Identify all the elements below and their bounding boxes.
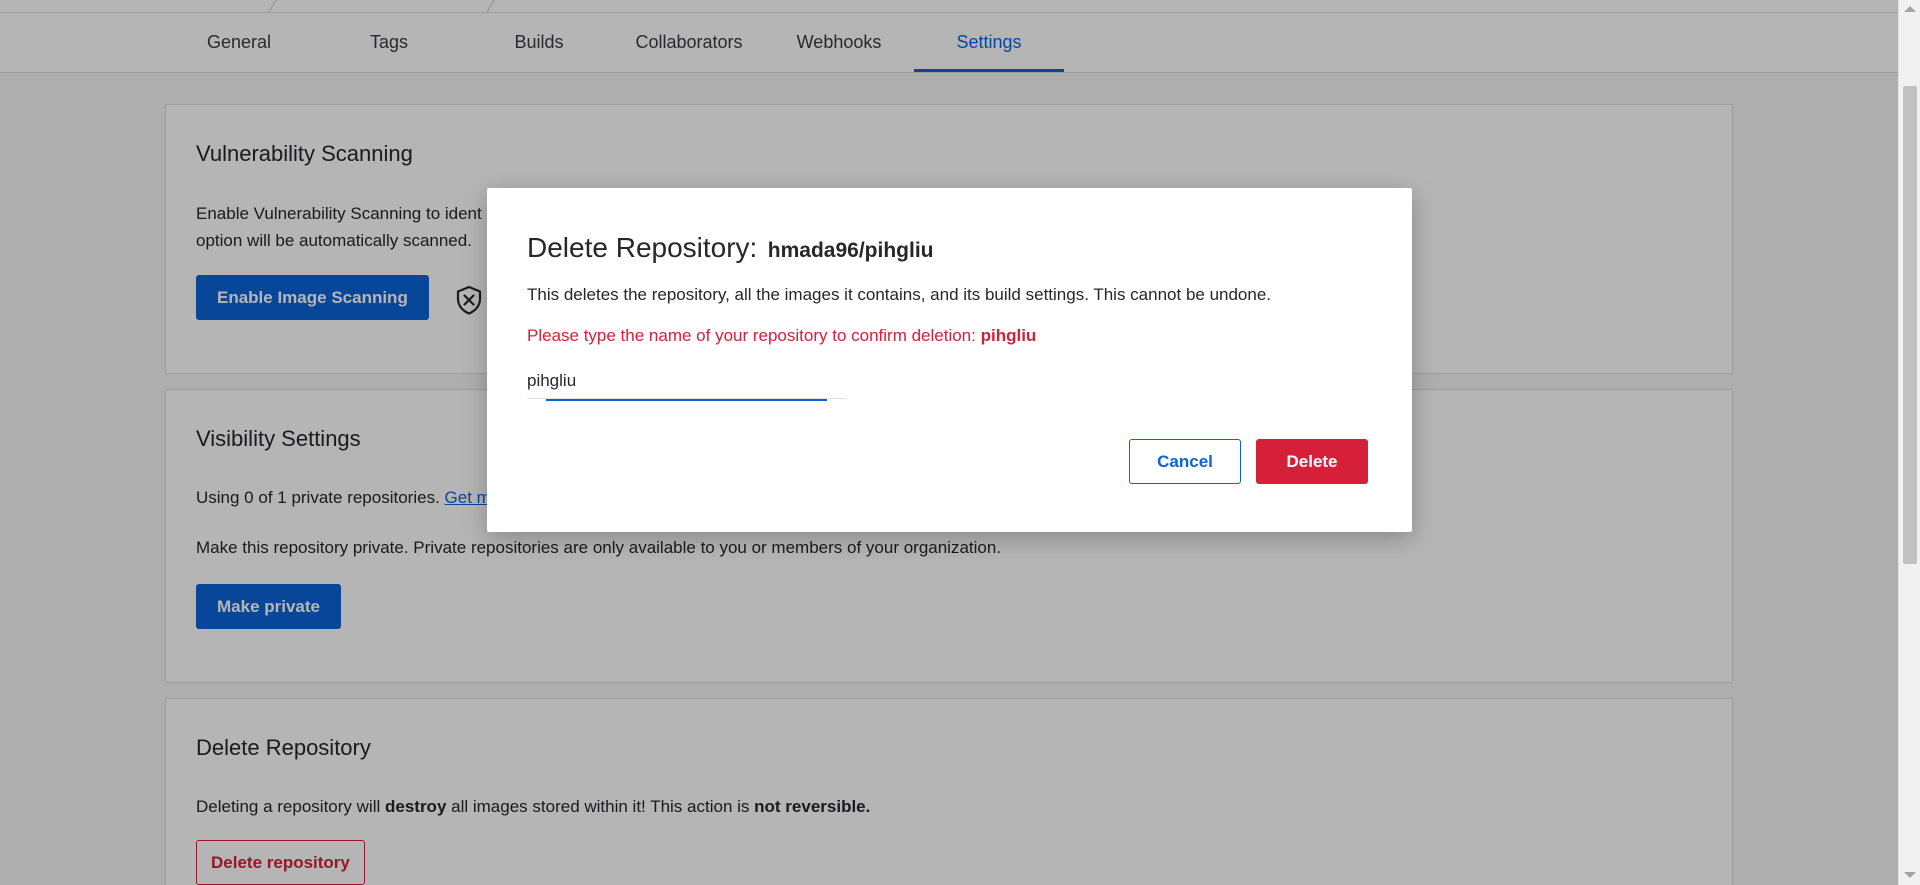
dialog-repo-name: hmada96/pihgliu (767, 239, 934, 262)
dialog-title-label: Delete Repository: (527, 232, 758, 263)
delete-button[interactable]: Delete (1256, 439, 1368, 484)
confirm-repo-name-input[interactable] (527, 364, 847, 399)
scrollbar-thumb[interactable] (1903, 86, 1917, 564)
dialog-confirm-prompt: Please type the name of your repository … (527, 326, 1036, 346)
cancel-button[interactable]: Cancel (1129, 439, 1241, 484)
input-focus-underline (546, 399, 827, 401)
page-scrollbar[interactable] (1898, 0, 1920, 885)
dialog-title: Delete Repository: hmada96/pihgliu (527, 232, 934, 264)
confirm-prompt-text: Please type the name of your repository … (527, 326, 976, 345)
delete-repository-dialog: Delete Repository: hmada96/pihgliu This … (487, 188, 1412, 532)
confirm-repo-name: pihgliu (980, 326, 1037, 345)
scroll-down-arrow-icon[interactable] (1904, 872, 1916, 878)
scroll-up-arrow-icon[interactable] (1904, 6, 1916, 12)
dialog-description: This deletes the repository, all the ima… (527, 285, 1272, 304)
